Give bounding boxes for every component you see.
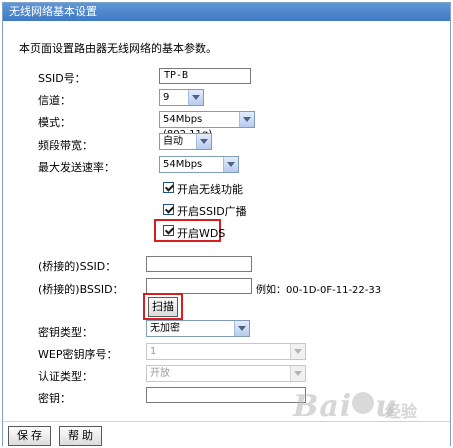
wep-index-label: WEP密钥序号： <box>38 348 118 361</box>
ssid-input[interactable]: TP-B <box>159 68 251 84</box>
channel-value: 9 <box>163 92 170 103</box>
chevron-down-icon <box>290 344 305 359</box>
chevron-down-icon <box>196 134 211 149</box>
ssid-label: SSID号： <box>38 72 86 85</box>
enable-wireless-checkbox[interactable] <box>163 182 174 193</box>
bridged-ssid-label: (桥接的)SSID： <box>38 260 117 273</box>
paw-icon <box>352 392 374 414</box>
bridged-ssid-input[interactable] <box>146 256 252 272</box>
bridged-bssid-label: (桥接的)BSSID： <box>38 283 124 296</box>
key-input[interactable] <box>146 387 306 403</box>
bandwidth-label: 频段带宽： <box>38 139 93 152</box>
help-button[interactable]: 帮 助 <box>59 426 102 446</box>
bandwidth-value: 自动 <box>163 136 183 147</box>
key-type-select[interactable]: 无加密 <box>146 320 250 337</box>
save-button[interactable]: 保 存 <box>8 426 51 446</box>
bssid-example-hint: 例如：00-1D-0F-11-22-33 <box>256 285 382 296</box>
chevron-down-icon <box>234 321 249 336</box>
window-title: 无线网络基本设置 <box>3 3 450 21</box>
auth-type-label: 认证类型： <box>38 370 93 383</box>
auth-type-select[interactable]: 开放 <box>146 365 306 382</box>
enable-wds-checkbox[interactable] <box>163 225 174 236</box>
wep-index-select[interactable]: 1 <box>146 343 306 360</box>
enable-wireless-label: 开启无线功能 <box>177 183 243 196</box>
channel-label: 信道： <box>38 94 71 107</box>
chevron-down-icon <box>239 112 254 127</box>
enable-ssid-broadcast-checkbox[interactable] <box>163 204 174 215</box>
enable-ssid-broadcast-label: 开启SSID广播 <box>177 205 247 218</box>
max-rate-select[interactable]: 54Mbps <box>159 156 239 173</box>
wep-index-value: 1 <box>150 346 157 357</box>
watermark-text: 经验 <box>385 402 418 421</box>
enable-wds-label: 开启WDS <box>177 227 226 240</box>
key-type-label: 密钥类型： <box>38 326 93 339</box>
mode-label: 模式： <box>38 116 71 129</box>
mode-select[interactable]: 54Mbps (802.11g) <box>159 111 255 140</box>
scan-button[interactable]: 扫描 <box>148 297 178 317</box>
channel-select[interactable]: 9 <box>159 89 204 106</box>
chevron-down-icon <box>223 157 238 172</box>
max-rate-label: 最大发送速率： <box>38 161 115 174</box>
bandwidth-select[interactable]: 自动 <box>159 133 212 150</box>
key-type-value: 无加密 <box>150 323 180 334</box>
auth-type-value: 开放 <box>150 368 170 379</box>
bridged-bssid-input[interactable] <box>146 278 252 294</box>
chevron-down-icon <box>188 90 203 105</box>
max-rate-value: 54Mbps <box>163 159 203 170</box>
page-description: 本页面设置路由器无线网络的基本参数。 <box>19 42 217 55</box>
watermark-logo: Bai u <box>293 389 398 424</box>
chevron-down-icon <box>290 366 305 381</box>
key-label: 密钥： <box>38 392 71 405</box>
